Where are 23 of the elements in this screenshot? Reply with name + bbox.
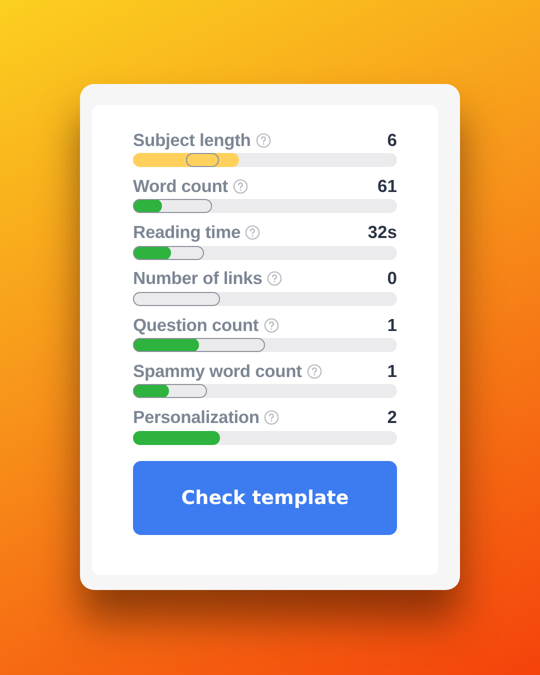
metric-label: Number of links xyxy=(133,268,262,290)
help-icon[interactable] xyxy=(256,132,271,148)
metric-label: Subject length xyxy=(133,130,251,150)
help-icon[interactable] xyxy=(232,178,248,194)
metric-value: 0 xyxy=(387,268,397,290)
metric-value: 1 xyxy=(387,360,397,382)
help-icon[interactable] xyxy=(306,364,322,379)
metric-label: Spammy word count xyxy=(133,360,302,382)
metric-value: 1 xyxy=(387,314,397,336)
metric-value: 2 xyxy=(387,407,397,428)
help-icon[interactable] xyxy=(267,271,282,286)
metric-value: 61 xyxy=(378,176,397,197)
metric-label: Question count xyxy=(133,314,259,336)
help-icon[interactable] xyxy=(245,225,260,240)
slider-thumb[interactable] xyxy=(186,153,220,167)
check-template-button[interactable]: Check template xyxy=(133,461,397,536)
metric-label: Personalization xyxy=(133,407,260,428)
help-icon[interactable] xyxy=(264,410,280,426)
help-icon[interactable] xyxy=(264,318,279,333)
metric-label: Reading time xyxy=(133,222,240,244)
metric-label: Word count xyxy=(133,176,228,197)
metric-value: 6 xyxy=(387,130,397,150)
metric-value: 32s xyxy=(368,222,397,244)
